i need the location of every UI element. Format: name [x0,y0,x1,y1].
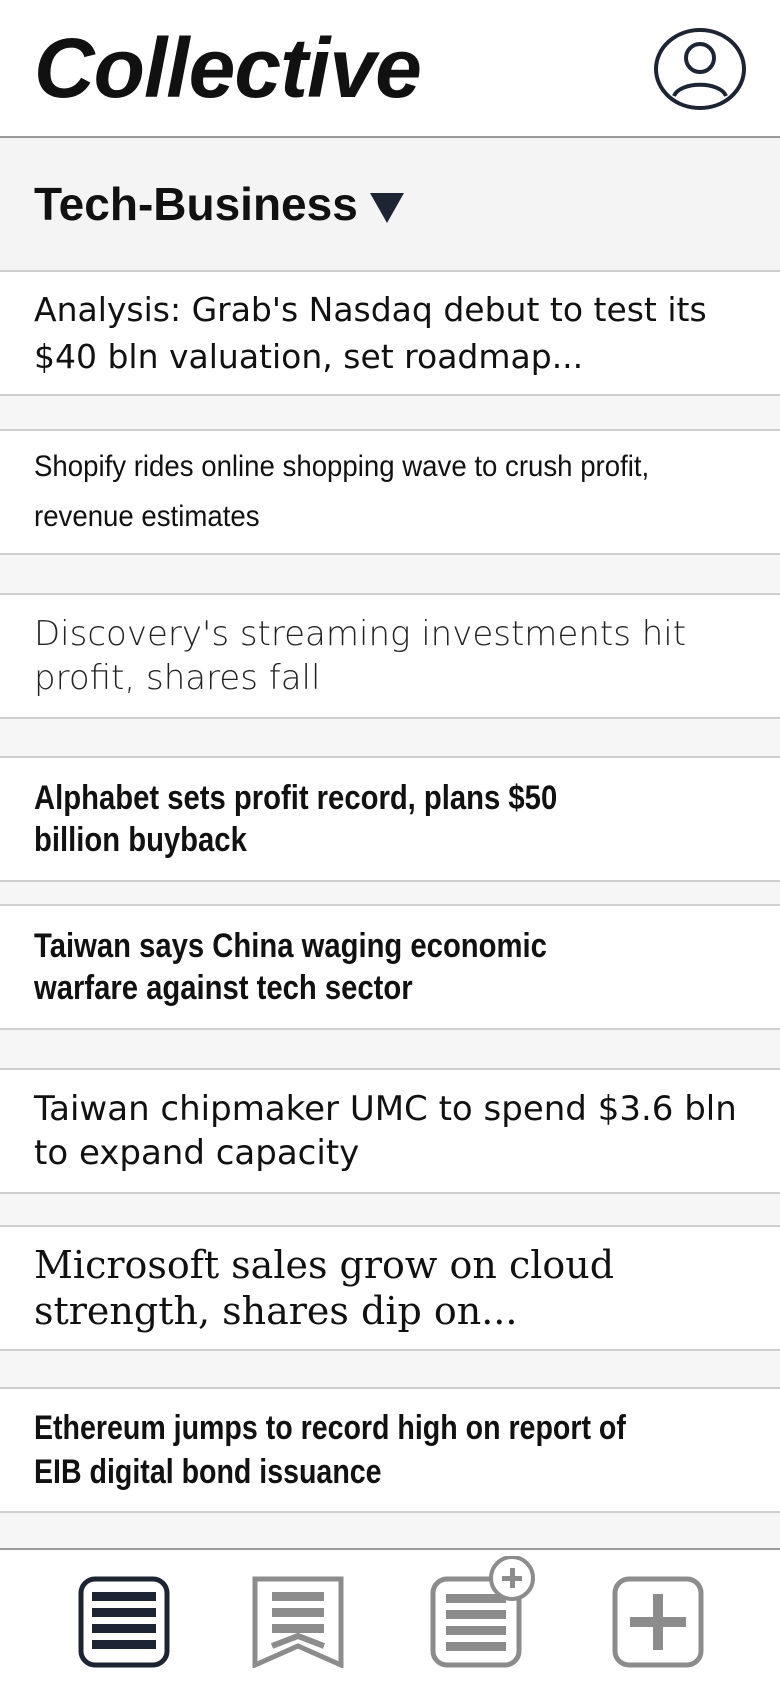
list-plus-icon [430,1556,535,1668]
article-card[interactable]: Analysis: Grab's Nasdaq debut to test it… [0,270,780,396]
app-title: Collective [34,21,422,115]
bookmark-list-icon [252,1576,344,1668]
category-selector[interactable]: Tech-Business [0,138,780,272]
article-headline: Taiwan says China waging economic warfar… [34,927,547,1007]
article-headline: Ethereum jumps to record high on report … [34,1409,626,1491]
article-headline: Shopify rides online shopping wave to cr… [34,450,650,533]
tab-add-feed[interactable] [430,1556,540,1670]
category-title: Tech-Business [34,178,358,230]
article-headline: Analysis: Grab's Nasdaq debut to test it… [34,290,707,376]
person-circle-icon [654,28,746,110]
article-card[interactable]: Shopify rides online shopping wave to cr… [0,429,780,555]
app-header: Collective [0,0,780,138]
article-headline: Alphabet sets profit record, plans $50 b… [34,779,558,859]
profile-button[interactable] [654,27,746,111]
article-card[interactable]: Microsoft sales grow on cloud strength, … [0,1225,780,1351]
article-headline: Discovery's streaming investments hit pr… [34,614,687,698]
list-icon [78,1576,170,1668]
bottom-tab-bar [0,1548,780,1688]
triangle-down-icon [369,193,404,223]
article-card[interactable]: Taiwan chipmaker UMC to spend $3.6 bln t… [0,1068,780,1194]
plus-icon [612,1576,704,1668]
tab-saved[interactable] [252,1576,344,1668]
article-card[interactable]: Alphabet sets profit record, plans $50 b… [0,756,780,882]
article-card[interactable]: Discovery's streaming investments hit pr… [0,593,780,719]
article-headline: Microsoft sales grow on cloud strength, … [34,1243,615,1333]
article-card[interactable]: Ethereum jumps to record high on report … [0,1387,780,1513]
article-headline: Taiwan chipmaker UMC to spend $3.6 bln t… [34,1089,737,1173]
article-card[interactable]: Taiwan says China waging economic warfar… [0,904,780,1030]
tab-add[interactable] [612,1576,704,1668]
tab-feed[interactable] [78,1576,170,1668]
